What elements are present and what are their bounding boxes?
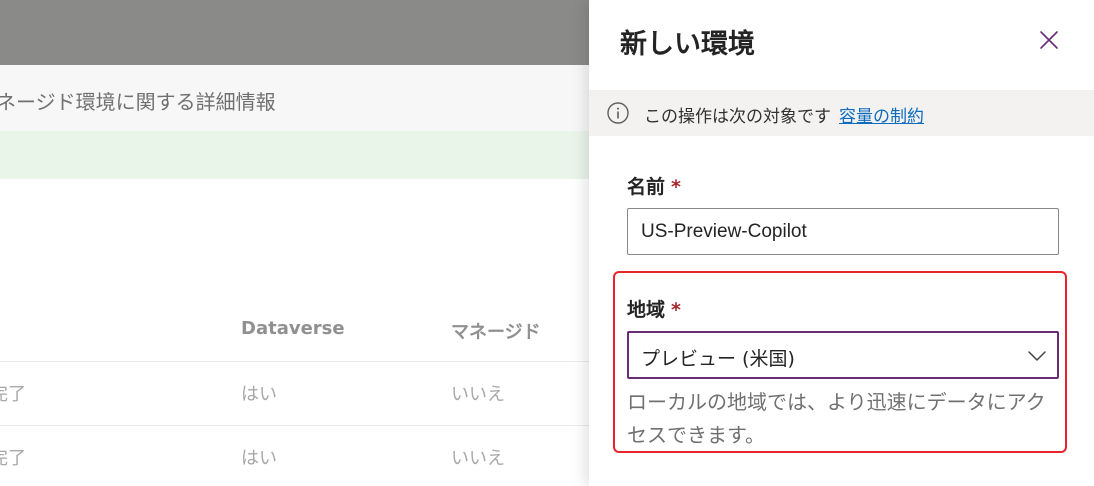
table-cell-dataverse: はい bbox=[241, 448, 277, 469]
info-icon bbox=[606, 101, 630, 125]
row-divider bbox=[0, 425, 589, 426]
region-selected-value: プレビュー (米国) bbox=[641, 348, 795, 370]
table-cell-managed: いいえ bbox=[451, 448, 505, 469]
close-icon[interactable] bbox=[1037, 28, 1061, 52]
name-label-text: 名前 bbox=[627, 176, 666, 198]
column-header-managed: マネージド bbox=[451, 322, 541, 343]
background-success-bar bbox=[0, 131, 589, 179]
row-divider bbox=[0, 361, 589, 362]
background-page: ネージド環境に関する詳細情報 Dataverse マネージド 完了 はい いいえ… bbox=[0, 0, 589, 486]
table-cell-managed: いいえ bbox=[451, 384, 505, 405]
background-header bbox=[0, 0, 589, 65]
background-info-text: ネージド環境に関する詳細情報 bbox=[0, 90, 276, 114]
capacity-constraints-link[interactable]: 容量の制約 bbox=[839, 107, 924, 127]
table-cell-state: 完了 bbox=[0, 384, 26, 405]
name-label: 名前 * bbox=[627, 172, 681, 199]
panel-title: 新しい環境 bbox=[620, 29, 755, 60]
region-label: 地域 * bbox=[627, 295, 681, 322]
table-cell-state: 完了 bbox=[0, 448, 26, 469]
capacity-info-bar: この操作は次の対象です 容量の制約 bbox=[589, 90, 1094, 136]
name-input[interactable] bbox=[627, 208, 1059, 255]
region-label-text: 地域 bbox=[627, 299, 666, 321]
chevron-down-icon bbox=[1027, 346, 1047, 366]
column-header-dataverse: Dataverse bbox=[241, 318, 345, 339]
table-cell-dataverse: はい bbox=[241, 384, 277, 405]
required-marker: * bbox=[671, 299, 681, 321]
region-help-text: ローカルの地域では、より迅速にデータにアクセスできます。 bbox=[627, 390, 1046, 447]
region-dropdown[interactable]: プレビュー (米国) bbox=[627, 331, 1059, 379]
required-marker: * bbox=[671, 176, 681, 198]
info-text: この操作は次の対象です bbox=[644, 107, 831, 127]
new-environment-panel: 新しい環境 この操作は次の対象です容量の制約 名前* 地域* プレビュー (米国… bbox=[589, 0, 1094, 486]
capacity-info-message: この操作は次の対象です 容量の制約 bbox=[644, 102, 924, 127]
